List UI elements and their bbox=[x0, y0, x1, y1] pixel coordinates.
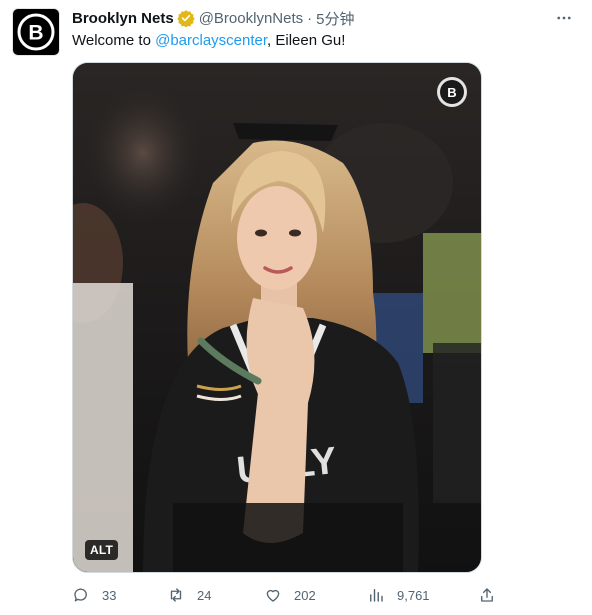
verified-badge-icon bbox=[177, 9, 195, 27]
like-icon bbox=[266, 589, 280, 602]
photo-image: UKLY bbox=[73, 63, 481, 572]
tweet-text-end: , Eileen Gu! bbox=[267, 32, 346, 49]
tweet-text-start: Welcome to bbox=[72, 32, 156, 49]
more-icon[interactable] bbox=[552, 8, 576, 28]
reply-count: 33 bbox=[102, 587, 117, 603]
avatar-letter: B bbox=[28, 22, 43, 45]
mention-link[interactable]: @barclayscenter bbox=[155, 32, 267, 49]
retweet-count: 24 bbox=[197, 587, 212, 603]
nets-watermark-icon: B bbox=[437, 77, 467, 107]
tweet-header: Brooklyn Nets @BrooklynNets · 5分钟 bbox=[72, 8, 354, 28]
like-button[interactable]: 202 bbox=[264, 584, 316, 606]
tweet-text: Welcome to @barclayscenter, Eileen Gu! bbox=[72, 31, 345, 51]
share-button[interactable] bbox=[478, 584, 496, 606]
watermark-letter: B bbox=[447, 85, 456, 100]
views-icon bbox=[370, 589, 383, 602]
display-name[interactable]: Brooklyn Nets bbox=[72, 10, 174, 27]
tweet-photo[interactable]: UKLY B ALT bbox=[72, 62, 482, 573]
share-icon bbox=[481, 588, 493, 602]
handle[interactable]: @BrooklynNets bbox=[199, 10, 303, 27]
avatar[interactable]: B bbox=[12, 8, 60, 56]
action-bar: 33 24 202 9,761 bbox=[72, 584, 502, 606]
timestamp[interactable]: 5分钟 bbox=[316, 8, 354, 29]
nets-logo-icon: B bbox=[17, 13, 55, 51]
views-button[interactable]: 9,761 bbox=[367, 584, 430, 606]
reply-icon bbox=[74, 588, 87, 602]
alt-badge[interactable]: ALT bbox=[85, 540, 119, 560]
reply-button[interactable]: 33 bbox=[72, 584, 116, 606]
views-count: 9,761 bbox=[397, 587, 430, 603]
retweet-icon bbox=[170, 588, 182, 602]
separator-dot: · bbox=[307, 9, 313, 27]
like-count: 202 bbox=[294, 587, 316, 603]
retweet-button[interactable]: 24 bbox=[167, 584, 211, 606]
tweet[interactable]: B Brooklyn Nets @BrooklynNets · 5分钟 Welc… bbox=[0, 0, 592, 615]
